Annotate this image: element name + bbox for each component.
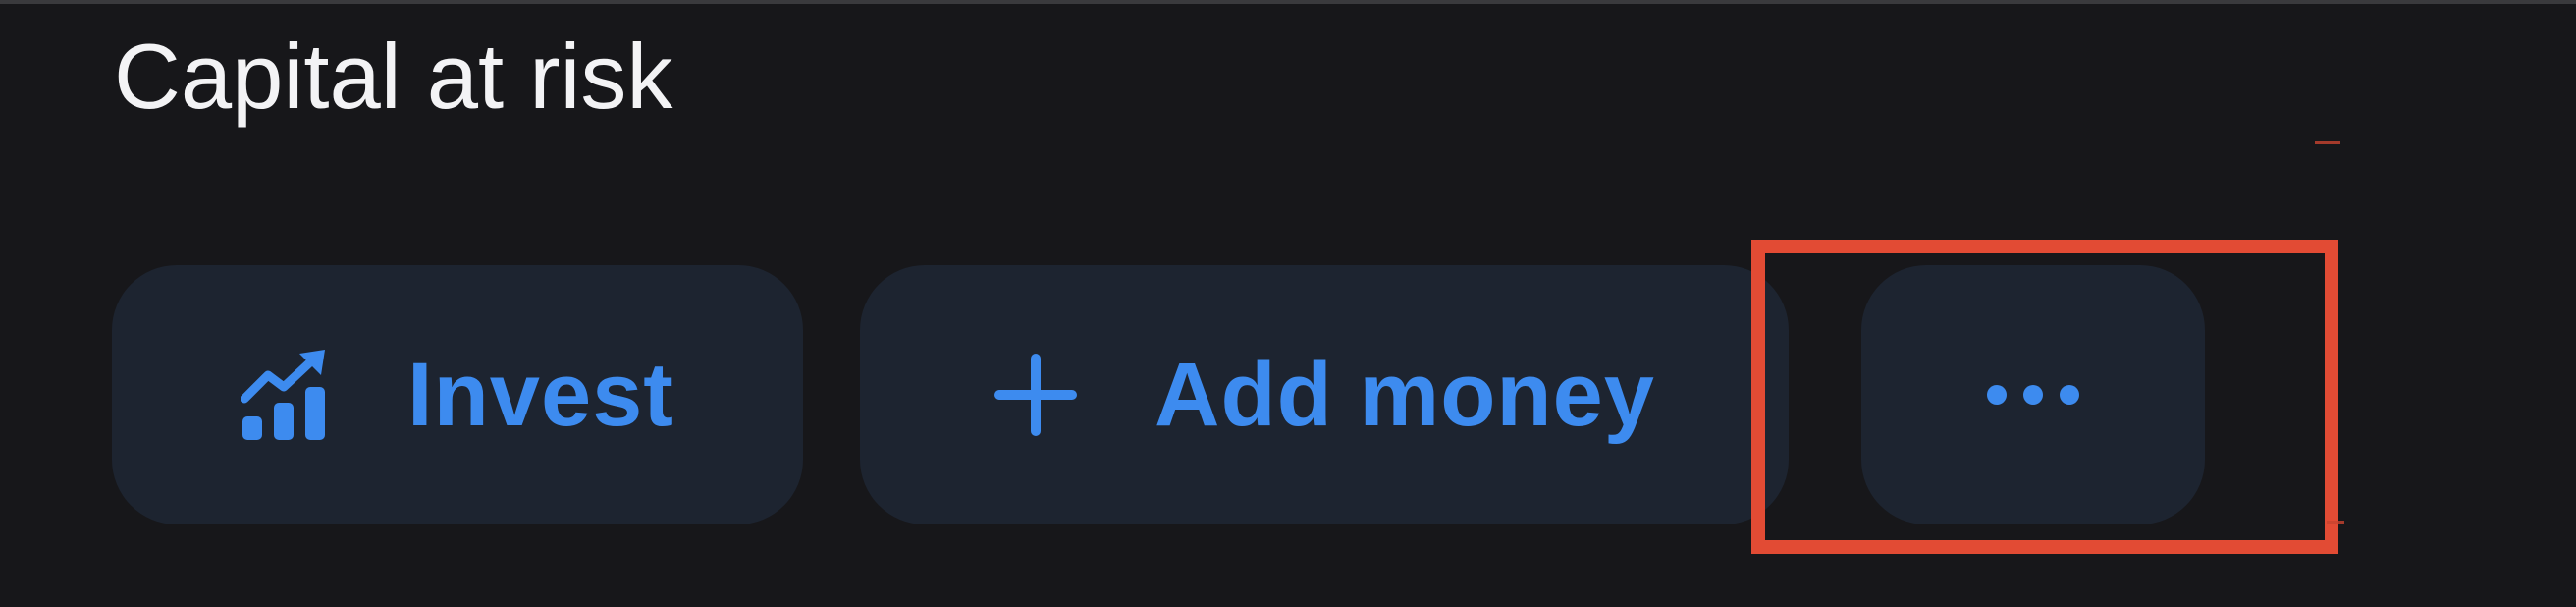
top-edge-divider: [0, 0, 2576, 4]
invest-button-label: Invest: [407, 345, 674, 445]
annotation-tick-mark: [2315, 141, 2340, 144]
add-money-button[interactable]: Add money: [860, 265, 1789, 524]
more-button[interactable]: [1861, 265, 2205, 524]
add-money-button-label: Add money: [1154, 345, 1655, 445]
plus-icon: [993, 353, 1078, 437]
more-dots-icon: [1984, 382, 2082, 408]
annotation-tick-mark: [2327, 521, 2344, 524]
invest-button[interactable]: Invest: [112, 265, 803, 524]
growth-chart-icon: [241, 348, 335, 442]
capital-at-risk-label: Capital at risk: [114, 25, 673, 128]
